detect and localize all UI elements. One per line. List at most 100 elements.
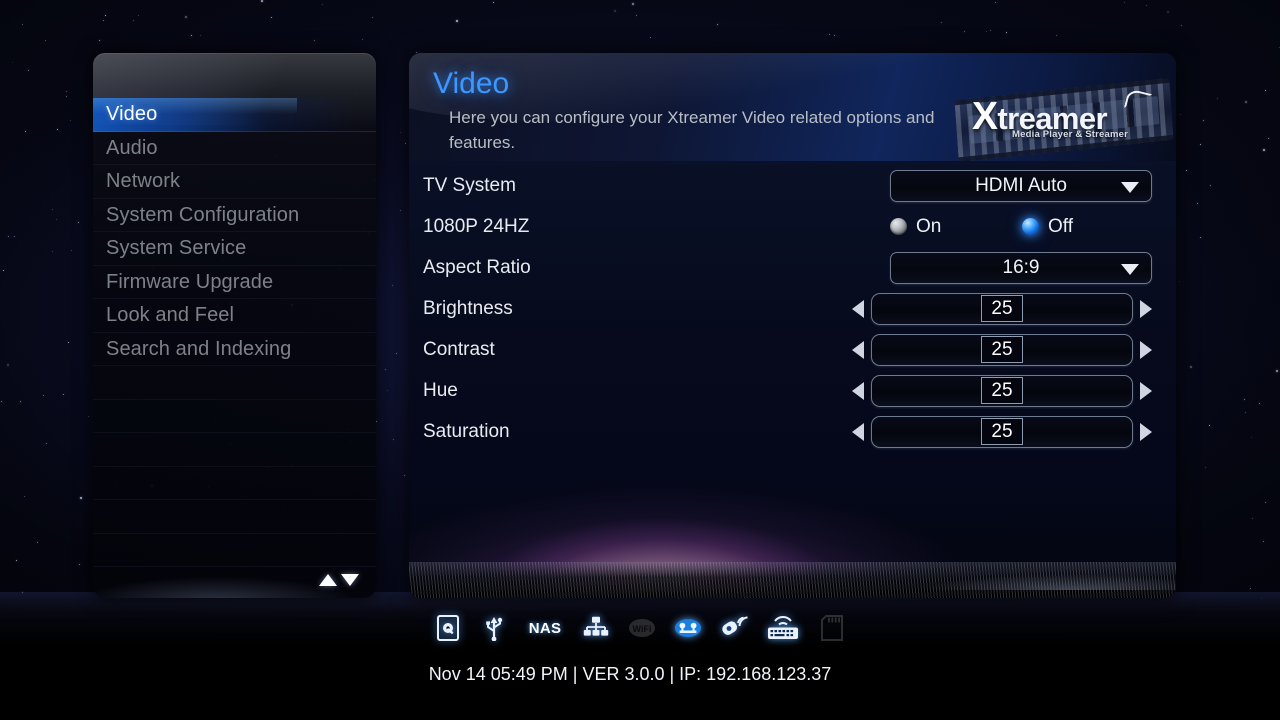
brightness-value: 25: [981, 295, 1023, 322]
sidebar-item-system-configuration[interactable]: System Configuration: [93, 199, 376, 232]
brightness-slider[interactable]: 25: [852, 292, 1152, 325]
radio-dot-selected-icon[interactable]: [1022, 218, 1039, 235]
setting-row-hue: Hue 25: [409, 370, 1176, 411]
setting-control: 25: [852, 370, 1152, 411]
setting-control: 25: [852, 411, 1152, 452]
setting-control: HDMI Auto: [890, 165, 1152, 206]
sidebar-item-label: System Configuration: [106, 203, 300, 226]
setting-control: On Off: [890, 206, 1152, 247]
contrast-slider[interactable]: 25: [852, 333, 1152, 366]
radio-label: On: [916, 215, 942, 237]
sidebar-item-label: System Service: [106, 237, 247, 259]
usb-icon[interactable]: [480, 614, 508, 642]
triangle-down-icon[interactable]: [341, 574, 359, 586]
radio-option-on[interactable]: On: [890, 216, 1022, 238]
sidebar-item-firmware-upgrade[interactable]: Firmware Upgrade: [93, 266, 376, 299]
tv-system-dropdown[interactable]: HDMI Auto: [890, 169, 1152, 202]
nas-label: NAS: [528, 619, 562, 637]
sidebar-item-label: Audio: [106, 136, 158, 159]
setting-row-tv-system: TV System HDMI Auto: [409, 165, 1176, 206]
lan-network-icon[interactable]: [582, 614, 610, 642]
triangle-left-icon[interactable]: [852, 340, 864, 359]
xtreamer-logo: Xtreamer Media Player & Streamer: [954, 77, 1174, 161]
svg-text:WiFi: WiFi: [633, 624, 652, 634]
sidebar-item-empty: [93, 500, 376, 534]
sidebar-menu: Video Audio Network System Configuration…: [93, 98, 376, 567]
triangle-right-icon[interactable]: [1140, 422, 1152, 441]
triangle-up-icon[interactable]: [319, 574, 337, 586]
sidebar-item-network[interactable]: Network: [93, 165, 376, 199]
sidebar-item-search-and-indexing[interactable]: Search and Indexing: [93, 333, 376, 366]
logo-x-letter: X: [972, 95, 998, 138]
sidebar-item-audio[interactable]: Audio: [93, 132, 376, 165]
saturation-slider[interactable]: 25: [852, 415, 1152, 448]
wireless-keyboard-icon[interactable]: [766, 614, 800, 642]
page-title: Video: [433, 67, 510, 100]
status-text: Nov 14 05:49 PM | VER 3.0.0 | IP: 192.16…: [428, 664, 832, 684]
chevron-down-icon[interactable]: [1121, 263, 1139, 275]
setting-row-1080p-24hz: 1080P 24HZ On Off: [409, 206, 1176, 247]
aurora-glow: [409, 448, 1176, 598]
sidebar-item-label: Video: [106, 103, 158, 125]
settings-rows: TV System HDMI Auto 1080P 24HZ On Off As…: [409, 165, 1176, 452]
video-settings-panel: Video Here you can configure your Xtream…: [409, 53, 1176, 598]
sidebar-scroll-arrows[interactable]: [319, 574, 359, 586]
slider-track[interactable]: 25: [871, 333, 1133, 366]
aspect-ratio-value: 16:9: [1002, 256, 1040, 278]
setting-row-brightness: Brightness 25: [409, 288, 1176, 329]
setting-label: Saturation: [423, 421, 510, 442]
sidebar-item-system-service[interactable]: System Service: [93, 232, 376, 266]
page-description: Here you can configure your Xtreamer Vid…: [449, 108, 935, 152]
radio-dot-unselected-icon[interactable]: [890, 218, 907, 235]
sidebar-item-look-and-feel[interactable]: Look and Feel: [93, 299, 376, 333]
setting-label: Hue: [423, 380, 458, 401]
triangle-right-icon[interactable]: [1140, 299, 1152, 318]
status-bar: NAS WiFi Nov 14 05:49 PM | VER 3.0.0 | I…: [0, 606, 1280, 720]
panel-header: Video Here you can configure your Xtream…: [409, 53, 1176, 161]
settings-sidebar-panel: Video Audio Network System Configuration…: [93, 53, 376, 598]
radio-label: Off: [1048, 215, 1073, 237]
setting-label: Brightness: [423, 298, 513, 319]
triangle-right-icon[interactable]: [1140, 381, 1152, 400]
wifi-icon[interactable]: WiFi: [628, 614, 656, 642]
setting-row-contrast: Contrast 25: [409, 329, 1176, 370]
1080p-24hz-radio-group: On Off: [890, 216, 1152, 238]
sidebar-item-label: Network: [106, 170, 181, 192]
hue-slider[interactable]: 25: [852, 374, 1152, 407]
setting-label: Contrast: [423, 339, 495, 360]
sidebar-item-empty: [93, 534, 376, 567]
contrast-value: 25: [981, 336, 1023, 363]
sidebar-item-empty: [93, 366, 376, 400]
triangle-left-icon[interactable]: [852, 422, 864, 441]
status-icon-tray: NAS WiFi: [0, 614, 1280, 642]
aspect-ratio-dropdown[interactable]: 16:9: [890, 251, 1152, 284]
setting-control: 16:9: [890, 247, 1152, 288]
triangle-left-icon[interactable]: [852, 381, 864, 400]
nas-icon[interactable]: NAS: [526, 614, 564, 642]
setting-row-saturation: Saturation 25: [409, 411, 1176, 452]
setting-label: TV System: [423, 175, 516, 196]
sidebar-item-empty: [93, 467, 376, 500]
setting-row-aspect-ratio: Aspect Ratio 16:9: [409, 247, 1176, 288]
sidebar-item-video[interactable]: Video: [93, 98, 376, 132]
tv-system-value: HDMI Auto: [975, 174, 1067, 196]
radio-option-off[interactable]: Off: [1022, 216, 1073, 238]
hue-value: 25: [981, 377, 1023, 404]
sd-card-icon[interactable]: [818, 614, 846, 642]
slider-track[interactable]: 25: [871, 292, 1133, 325]
chevron-down-icon[interactable]: [1121, 181, 1139, 193]
wireless-remote-icon[interactable]: [720, 614, 748, 642]
panel-bottom-sheen: [823, 546, 1176, 590]
sidebar-item-label: Search and Indexing: [106, 337, 292, 360]
setting-label: Aspect Ratio: [423, 257, 531, 278]
hdd-icon[interactable]: [434, 614, 462, 642]
sidebar-item-empty: [93, 433, 376, 467]
setting-label: 1080P 24HZ: [423, 216, 530, 237]
sidebar-item-empty: [93, 400, 376, 433]
sidebar-item-label: Firmware Upgrade: [106, 270, 274, 293]
slider-track[interactable]: 25: [871, 374, 1133, 407]
esata-icon[interactable]: [674, 614, 702, 642]
triangle-right-icon[interactable]: [1140, 340, 1152, 359]
slider-track[interactable]: 25: [871, 415, 1133, 448]
triangle-left-icon[interactable]: [852, 299, 864, 318]
